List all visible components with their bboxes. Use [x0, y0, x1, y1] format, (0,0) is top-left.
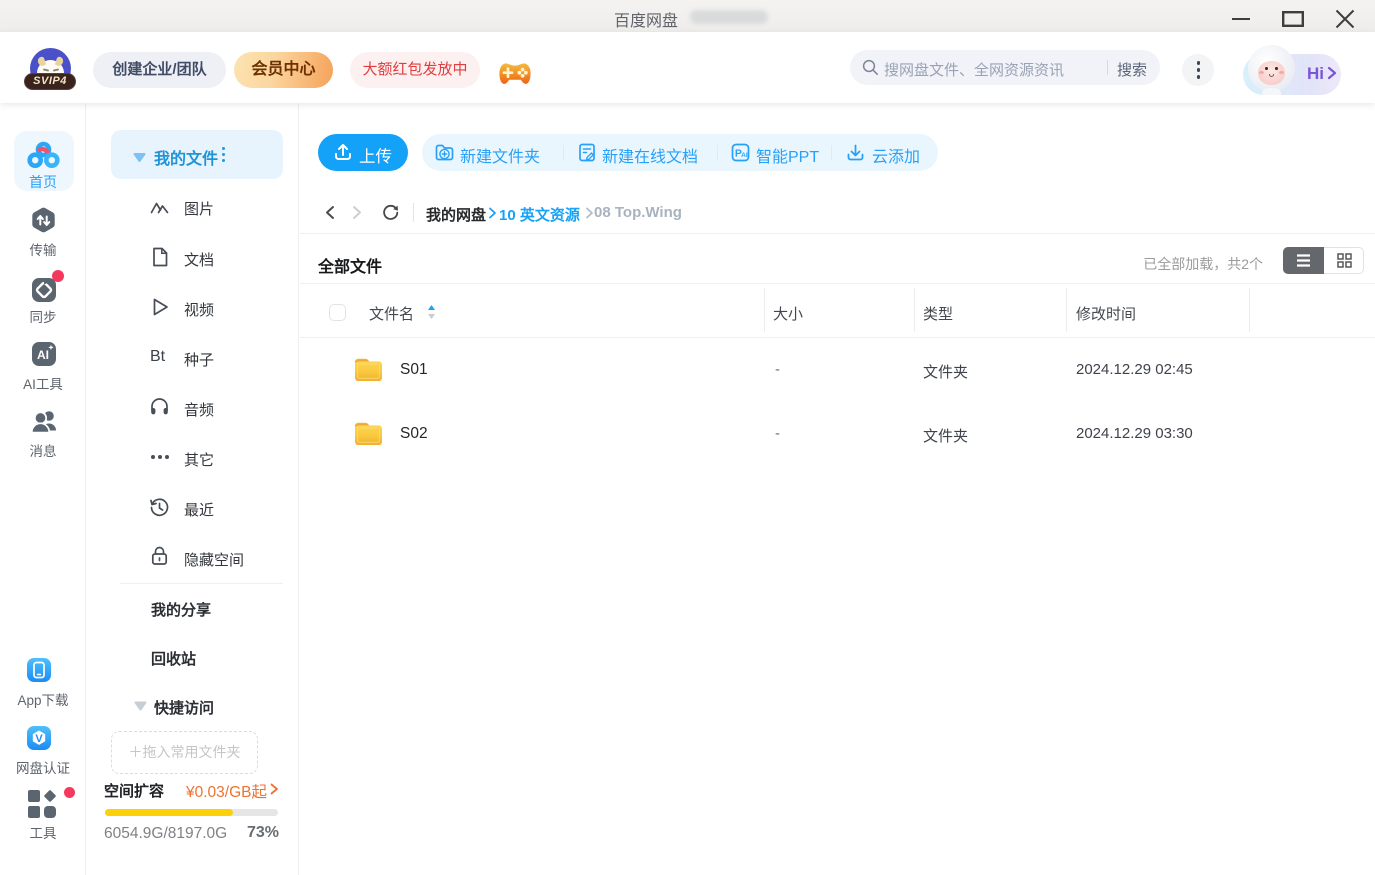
svg-text:AI: AI: [37, 348, 49, 362]
svg-text:AI: AI: [741, 152, 748, 159]
svg-text:V: V: [35, 733, 43, 745]
